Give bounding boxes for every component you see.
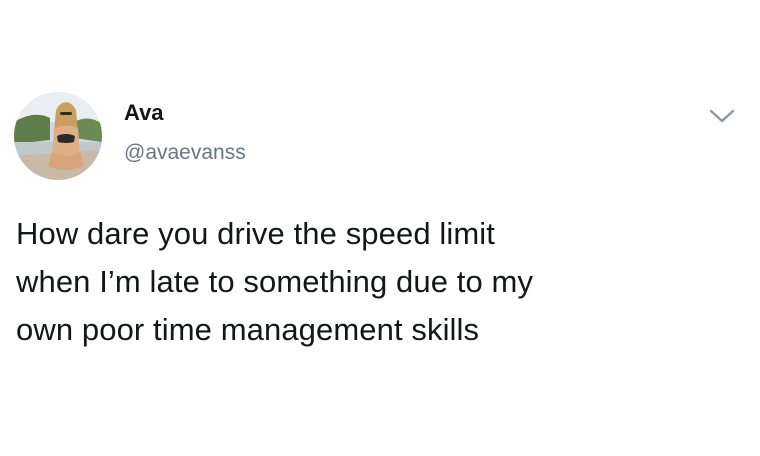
tweet-text-line: when I’m late to something due to my: [16, 264, 534, 299]
tweet-text-line: own poor time management skills: [16, 312, 480, 347]
tweet-text-line: How dare you drive the speed limit: [16, 216, 495, 251]
author-handle[interactable]: @avaevanss: [124, 141, 246, 165]
avatar-photo: [14, 92, 102, 180]
chevron-down-icon[interactable]: [706, 104, 738, 128]
tweet-text: How dare you drive the speed limit when …: [16, 210, 736, 354]
tweet-card: Ava @avaevanss How dare you drive the sp…: [0, 0, 760, 456]
author-name[interactable]: Ava: [124, 100, 164, 126]
avatar[interactable]: [14, 92, 102, 180]
